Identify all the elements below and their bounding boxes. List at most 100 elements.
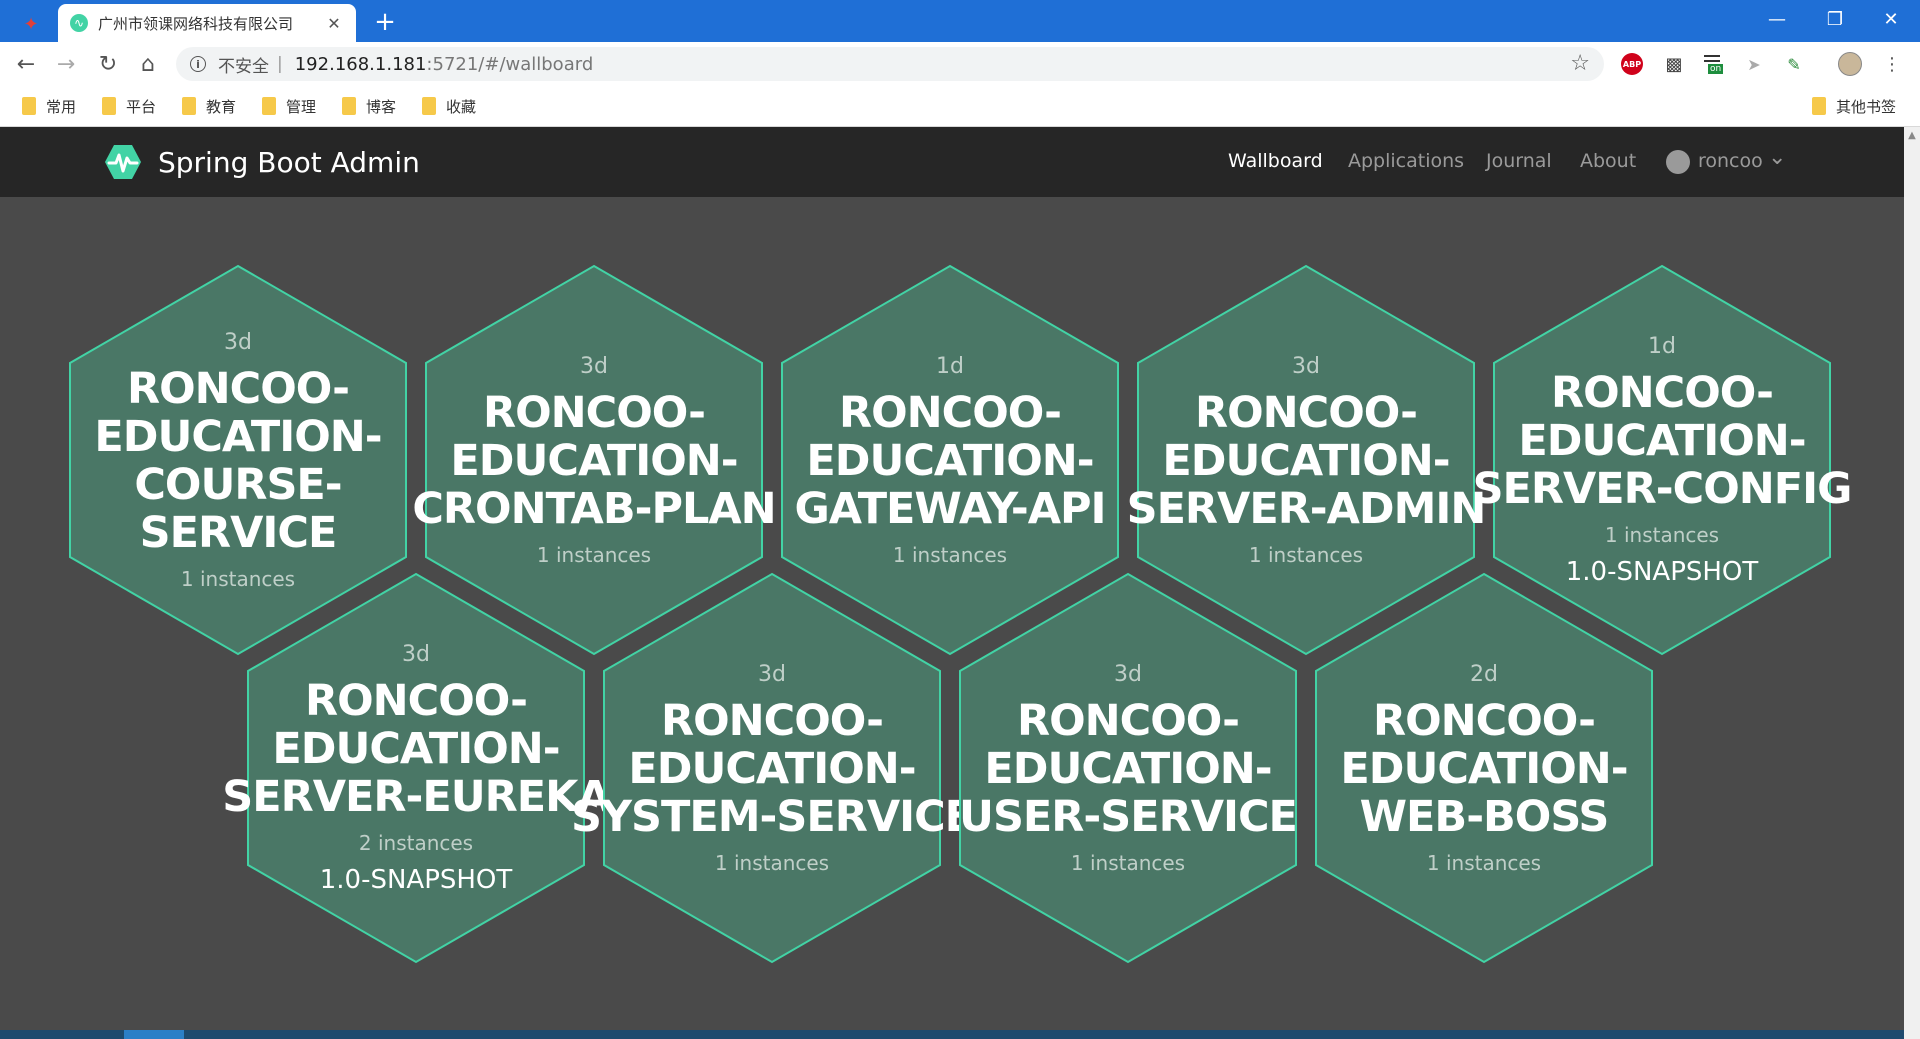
browser-tab-active[interactable]: ∿ 广州市领课网络科技有限公司 ✕	[58, 4, 356, 42]
folder-icon	[342, 97, 356, 115]
brand-link[interactable]: Spring Boot Admin	[104, 143, 420, 181]
inactive-tab-favicon-icon[interactable]: ✦	[10, 6, 52, 42]
bookmark-label: 其他书签	[1836, 97, 1897, 116]
folder-icon	[182, 97, 196, 115]
application-uptime: 3d	[580, 353, 608, 379]
application-uptime: 2d	[1470, 661, 1498, 687]
application-instance-count: 1 instances	[536, 542, 652, 567]
nav-applications[interactable]: Applications	[1348, 150, 1464, 172]
application-name-line: RONCOO-	[305, 675, 528, 726]
application-hex-content: 2d RONCOO- EDUCATION- WEB-BOSS 1 instances	[1314, 572, 1654, 964]
application-name: RONCOO- EDUCATION- USER-SERVICE	[959, 695, 1298, 842]
bookmark-folder[interactable]: 常用	[22, 94, 76, 118]
application-name-line: RONCOO-	[1017, 695, 1240, 746]
taskbar-strip	[0, 1030, 1904, 1039]
bookmark-folder[interactable]: 管理	[262, 94, 316, 118]
folder-icon	[22, 97, 36, 115]
new-tab-button[interactable]: +	[370, 8, 400, 36]
nav-about[interactable]: About	[1580, 150, 1636, 172]
bookmark-label: 收藏	[446, 97, 477, 116]
info-icon[interactable]: i	[190, 56, 206, 72]
application-name-line: COURSE-	[134, 459, 342, 510]
reload-icon[interactable]: ↻	[92, 48, 124, 80]
application-uptime: 1d	[1648, 333, 1676, 359]
spring-boot-admin-logo-icon	[105, 145, 141, 179]
bookmark-label: 平台	[126, 97, 157, 116]
cursor-extension-icon[interactable]: ➤	[1742, 52, 1766, 76]
chevron-down-icon[interactable]: ⌄	[1768, 145, 1786, 170]
application-instance-count: 1 instances	[1604, 522, 1720, 547]
application-uptime: 3d	[224, 329, 252, 355]
tab-title: 广州市领课网络科技有限公司	[98, 14, 294, 33]
bookmark-folder[interactable]: 博客	[342, 94, 396, 118]
application-uptime: 3d	[1114, 661, 1142, 687]
application-name: RONCOO- EDUCATION- GATEWAY-API	[794, 389, 1106, 534]
application-instance-count: 1 instances	[1248, 542, 1364, 567]
application-uptime: 3d	[1292, 353, 1320, 379]
application-name: RONCOO- EDUCATION- SYSTEM-SERVICE	[570, 695, 974, 842]
insecure-label: 不安全	[218, 56, 269, 77]
application-instance-count: 1 instances	[892, 542, 1008, 567]
application-instance-count: 1 instances	[1070, 850, 1186, 875]
application-uptime: 3d	[758, 661, 786, 687]
application-name-line: SERVER-CONFIG	[1472, 463, 1853, 514]
application-name-line: RONCOO-	[661, 695, 884, 746]
bookmark-label: 常用	[46, 97, 77, 116]
application-name: RONCOO- EDUCATION- COURSE- SERVICE	[94, 363, 382, 557]
forward-icon[interactable]: →	[50, 48, 82, 80]
adblock-extension-icon[interactable]: ABP	[1620, 52, 1644, 76]
adblock-label: ABP	[1621, 53, 1643, 75]
application-name-line: SERVER-EUREKA	[222, 771, 610, 822]
user-menu-name[interactable]: roncoo	[1698, 150, 1763, 172]
application-name-line: SYSTEM-SERVICE	[570, 791, 974, 842]
folder-icon	[262, 97, 276, 115]
application-name-line: RONCOO-	[1551, 367, 1774, 418]
bookmark-folder[interactable]: 平台	[102, 94, 156, 118]
profile-avatar-icon[interactable]	[1838, 52, 1862, 76]
minimize-window-button[interactable]: —	[1748, 0, 1806, 38]
menu-kebab-icon[interactable]: ⋮	[1880, 52, 1904, 76]
application-name-line: RONCOO-	[1195, 387, 1418, 438]
application-hex[interactable]: 3d RONCOO- EDUCATION- SERVER-EUREKA 2 instan…	[222, 572, 611, 964]
brand-title: Spring Boot Admin	[158, 145, 420, 179]
application-name-line: USER-SERVICE	[959, 791, 1298, 842]
evernote-extension-icon[interactable]: ✎	[1782, 52, 1806, 76]
home-icon[interactable]: ⌂	[132, 48, 164, 80]
nav-wallboard[interactable]: Wallboard	[1228, 150, 1323, 172]
application-name-line: EDUCATION-	[806, 435, 1094, 486]
application-name-line: EDUCATION-	[272, 723, 560, 774]
user-avatar-icon[interactable]	[1666, 150, 1690, 174]
close-tab-icon[interactable]: ✕	[324, 14, 344, 33]
application-name-line: RONCOO-	[483, 387, 706, 438]
extension-on-badge: on	[1708, 64, 1724, 74]
nav-journal[interactable]: Journal	[1486, 150, 1552, 172]
application-name-line: EDUCATION-	[984, 743, 1272, 794]
folder-icon	[422, 97, 436, 115]
application-name-line: EDUCATION-	[1340, 743, 1628, 794]
restore-window-button[interactable]: ❐	[1806, 0, 1864, 38]
other-bookmarks-folder[interactable]: 其他书签	[1812, 94, 1896, 118]
application-hex[interactable]: 2d RONCOO- EDUCATION- WEB-BOSS 1 instances	[1314, 572, 1654, 964]
application-name-line: RONCOO-	[127, 363, 350, 414]
back-icon[interactable]: ←	[10, 48, 42, 80]
page-scrollbar[interactable]	[1904, 127, 1920, 1039]
application-name-line: EDUCATION-	[94, 411, 382, 462]
bookmark-star-icon[interactable]: ☆	[1570, 51, 1590, 76]
bookmarks-bar: 常用 平台 教育 管理 博客 收藏 其他书签	[0, 86, 1920, 127]
bookmark-folder[interactable]: 教育	[182, 94, 236, 118]
application-hex[interactable]: 3d RONCOO- EDUCATION- USER-SERVICE 1 instanc…	[958, 572, 1298, 964]
application-name-line: RONCOO-	[1373, 695, 1596, 746]
application-name-line: EDUCATION-	[450, 435, 738, 486]
application-hex-content: 3d RONCOO- EDUCATION- USER-SERVICE 1 instanc…	[958, 572, 1298, 964]
address-bar[interactable]: i 不安全 | 192.168.1.181:5721/#/wallboard ☆	[176, 47, 1604, 81]
browser-toolbar: ← → ↻ ⌂ i 不安全 | 192.168.1.181:5721/#/wal…	[0, 42, 1920, 86]
application-hex[interactable]: 3d RONCOO- EDUCATION- SYSTEM-SERVICE 1 insta…	[571, 572, 974, 964]
qr-code-extension-icon[interactable]: ▩	[1662, 52, 1686, 76]
application-name-line: GATEWAY-API	[794, 483, 1106, 534]
folder-icon	[102, 97, 116, 115]
scroll-up-arrow-icon[interactable]: ▲	[1904, 130, 1920, 144]
close-window-button[interactable]: ✕	[1862, 0, 1920, 38]
bookmark-label: 管理	[286, 97, 317, 116]
list-extension-icon[interactable]: on	[1702, 52, 1726, 76]
bookmark-folder[interactable]: 收藏	[422, 94, 476, 118]
